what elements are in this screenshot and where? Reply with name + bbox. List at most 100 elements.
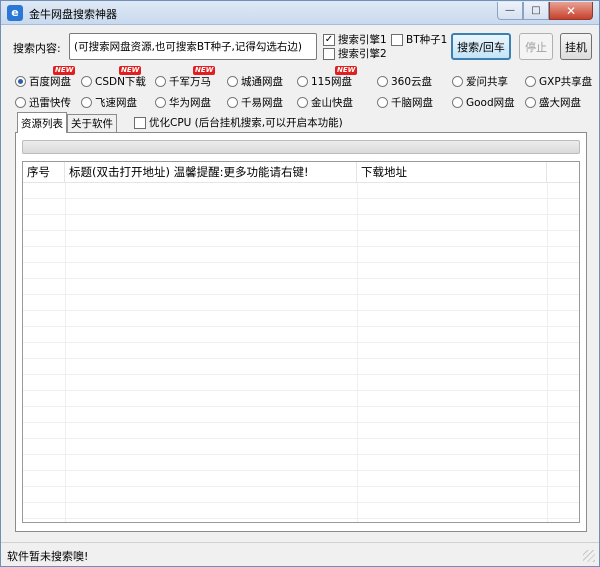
source-label: 115网盘 [311,76,353,88]
stop-button[interactable]: 停止 [519,33,553,60]
resize-grip-icon[interactable] [583,550,595,562]
source-radio-10[interactable]: 华为网盘 [155,95,211,110]
radio-dot-icon[interactable] [155,76,166,87]
source-label: 爱问共享 [466,76,508,88]
source-radio-5[interactable]: 360云盘 [377,74,432,89]
hangup-button[interactable]: 挂机 [560,33,592,60]
table-row[interactable] [23,439,579,455]
new-badge: NEW [193,66,216,75]
bt-seed-check-icon[interactable] [391,33,403,46]
table-row[interactable] [23,375,579,391]
app-icon: e [7,5,23,21]
engine1-check-icon[interactable]: ✓ [323,33,335,46]
source-radio-15[interactable]: 盛大网盘 [525,95,581,110]
table-row[interactable] [23,215,579,231]
source-radio-7[interactable]: GXP共享盘 [525,74,592,89]
source-label: 360云盘 [391,76,433,88]
status-bar: 软件暂未搜索噢! [1,542,599,566]
source-label: 金山快盘 [311,97,353,109]
col-header-url[interactable]: 下载地址 [357,162,547,183]
search-input[interactable] [69,33,317,60]
source-label: Good网盘 [466,97,515,109]
source-radio-8[interactable]: 迅雷快传 [15,95,71,110]
source-label: 迅雷快传 [29,97,71,109]
table-row[interactable] [23,471,579,487]
table-row[interactable] [23,295,579,311]
table-row[interactable] [23,231,579,247]
radio-dot-icon[interactable] [155,97,166,108]
engine1-checkbox[interactable]: ✓ 搜索引擎1 [323,32,387,47]
engine2-checkbox[interactable]: 搜索引擎2 [323,46,387,61]
radio-dot-icon[interactable] [297,76,308,87]
source-radio-3[interactable]: 城通网盘 [227,74,283,89]
radio-dot-icon[interactable] [81,76,92,87]
source-radio-14[interactable]: Good网盘 [452,95,515,110]
source-label: 百度网盘 [29,76,71,88]
radio-dot-icon[interactable] [227,97,238,108]
source-label: 千易网盘 [241,97,283,109]
source-radio-12[interactable]: 金山快盘 [297,95,353,110]
optimize-cpu-checkbox[interactable]: 优化CPU (后台挂机搜索,可以开启本功能) [134,115,343,130]
table-row[interactable] [23,327,579,343]
column-divider [357,183,358,522]
table-row[interactable] [23,247,579,263]
table-row[interactable] [23,503,579,519]
results-table[interactable]: 序号 标题(双击打开地址) 温馨提醒:更多功能请右键! 下载地址 [22,161,580,523]
source-radio-1[interactable]: CSDN下载 NEW [81,66,146,89]
source-radio-6[interactable]: 爱问共享 [452,74,508,89]
tab-resource-list[interactable]: 资源列表 [17,112,67,133]
table-row[interactable] [23,359,579,375]
source-radio-11[interactable]: 千易网盘 [227,95,283,110]
source-radio-4[interactable]: 115网盘 NEW [297,66,358,89]
minimize-icon[interactable]: — [497,2,523,20]
col-header-title[interactable]: 标题(双击打开地址) 温馨提醒:更多功能请右键! [65,162,357,183]
radio-dot-icon[interactable] [377,76,388,87]
table-row[interactable] [23,311,579,327]
radio-dot-icon[interactable] [15,97,26,108]
source-label: 华为网盘 [169,97,211,109]
radio-dot-icon[interactable] [81,97,92,108]
table-row[interactable] [23,263,579,279]
optimize-cpu-check-icon[interactable] [134,116,146,129]
engine1-label: 搜索引擎1 [338,34,387,46]
radio-dot-icon[interactable] [525,76,536,87]
col-header-index[interactable]: 序号 [23,162,65,183]
table-row[interactable] [23,391,579,407]
maximize-icon[interactable]: □ [523,2,549,20]
table-row[interactable] [23,487,579,503]
radio-dot-icon[interactable] [452,97,463,108]
progress-bar [22,140,580,154]
table-row[interactable] [23,183,579,199]
radio-dot-icon[interactable] [452,76,463,87]
table-row[interactable] [23,423,579,439]
bt-seed-checkbox[interactable]: BT种子1 [391,32,447,47]
radio-dot-icon[interactable] [15,76,26,87]
radio-dot-icon[interactable] [297,97,308,108]
new-badge: NEW [335,66,358,75]
status-text: 软件暂未搜索噢! [7,550,89,563]
source-radio-13[interactable]: 千脑网盘 [377,95,433,110]
source-label: GXP共享盘 [539,76,593,88]
source-radio-2[interactable]: 千军万马 NEW [155,66,216,89]
close-icon[interactable]: ✕ [549,2,593,20]
engine2-check-icon[interactable] [323,47,335,60]
title-bar[interactable]: e 金牛网盘搜索神器 — □ ✕ [1,1,599,25]
bt-seed-label: BT种子1 [406,34,448,46]
table-row[interactable] [23,199,579,215]
table-header: 序号 标题(双击打开地址) 温馨提醒:更多功能请右键! 下载地址 [23,162,579,183]
source-label: 飞速网盘 [95,97,137,109]
radio-dot-icon[interactable] [377,97,388,108]
source-radio-0[interactable]: 百度网盘 NEW [15,66,76,89]
table-row[interactable] [23,407,579,423]
table-row[interactable] [23,455,579,471]
new-badge: NEW [119,66,142,75]
table-row[interactable] [23,279,579,295]
search-button[interactable]: 搜索/回车 [451,33,511,60]
window-title: 金牛网盘搜索神器 [29,8,117,21]
table-row[interactable] [23,343,579,359]
radio-dot-icon[interactable] [227,76,238,87]
source-radio-9[interactable]: 飞速网盘 [81,95,137,110]
radio-dot-icon[interactable] [525,97,536,108]
source-label: CSDN下载 [95,76,146,88]
tab-about[interactable]: 关于软件 [67,114,117,132]
